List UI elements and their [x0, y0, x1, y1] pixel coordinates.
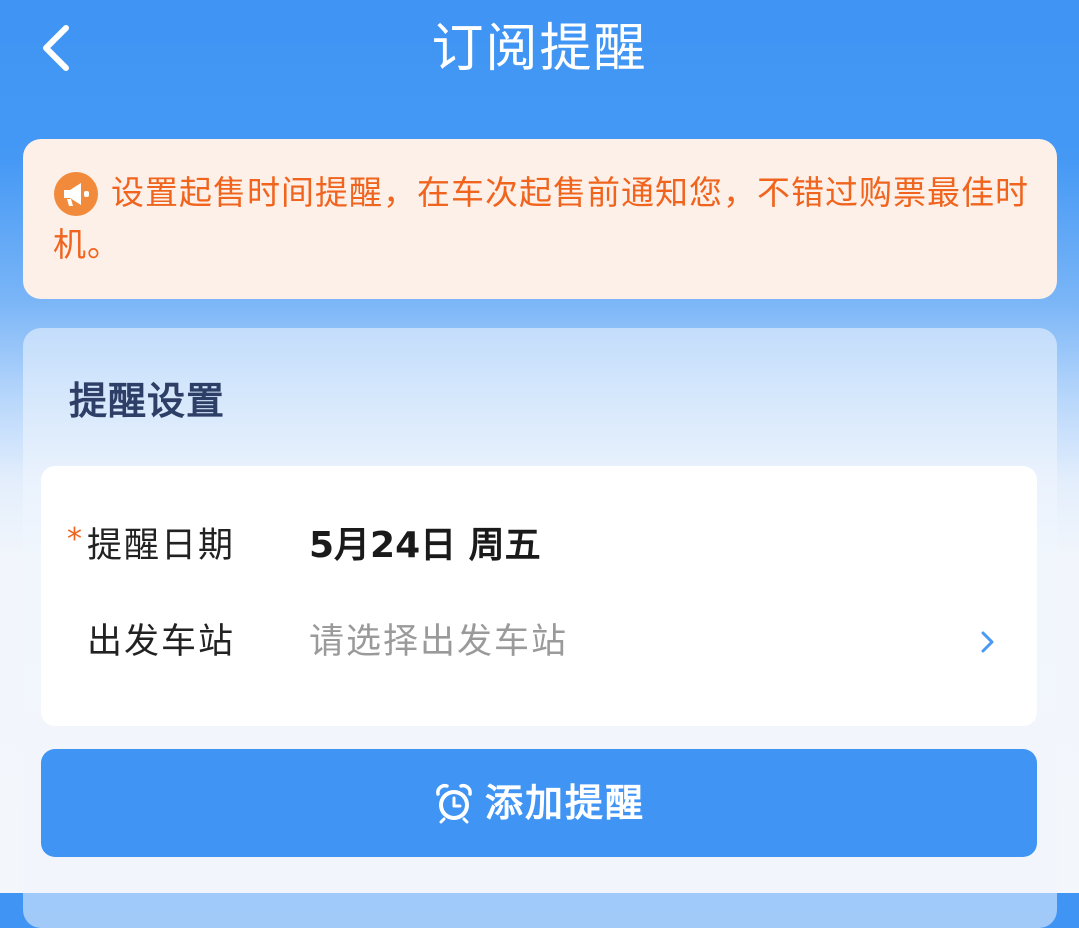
megaphone-icon	[53, 171, 99, 217]
page-title: 订阅提醒	[431, 19, 648, 79]
reminder-date-row[interactable]: * 提醒日期 5月24日 周五	[41, 506, 1037, 586]
departure-station-placeholder[interactable]: 请选择出发车站	[309, 602, 568, 682]
departure-station-row[interactable]: 出发车站 请选择出发车站	[41, 602, 1037, 682]
departure-station-label: 出发车站	[87, 622, 236, 662]
reminder-date-label: 提醒日期	[87, 526, 236, 566]
alarm-clock-icon	[433, 782, 475, 824]
section-title: 提醒设置	[69, 379, 226, 423]
reminder-date-value: 5月24日 周五	[309, 525, 541, 566]
notice-banner: 设置起售时间提醒，在车次起售前通知您，不错过购票最佳时机。	[23, 139, 1057, 299]
add-reminder-button[interactable]: 添加提醒	[41, 749, 1037, 857]
notice-text: 设置起售时间提醒，在车次起售前通知您，不错过购票最佳时机。	[53, 173, 1029, 264]
reminder-form: * 提醒日期 5月24日 周五 出发车站 请选择出发车站	[41, 466, 1037, 726]
add-reminder-label: 添加提醒	[484, 781, 645, 825]
chevron-right-icon[interactable]	[977, 628, 997, 656]
required-mark: *	[67, 522, 82, 557]
top-bar: 订阅提醒	[0, 0, 1079, 110]
